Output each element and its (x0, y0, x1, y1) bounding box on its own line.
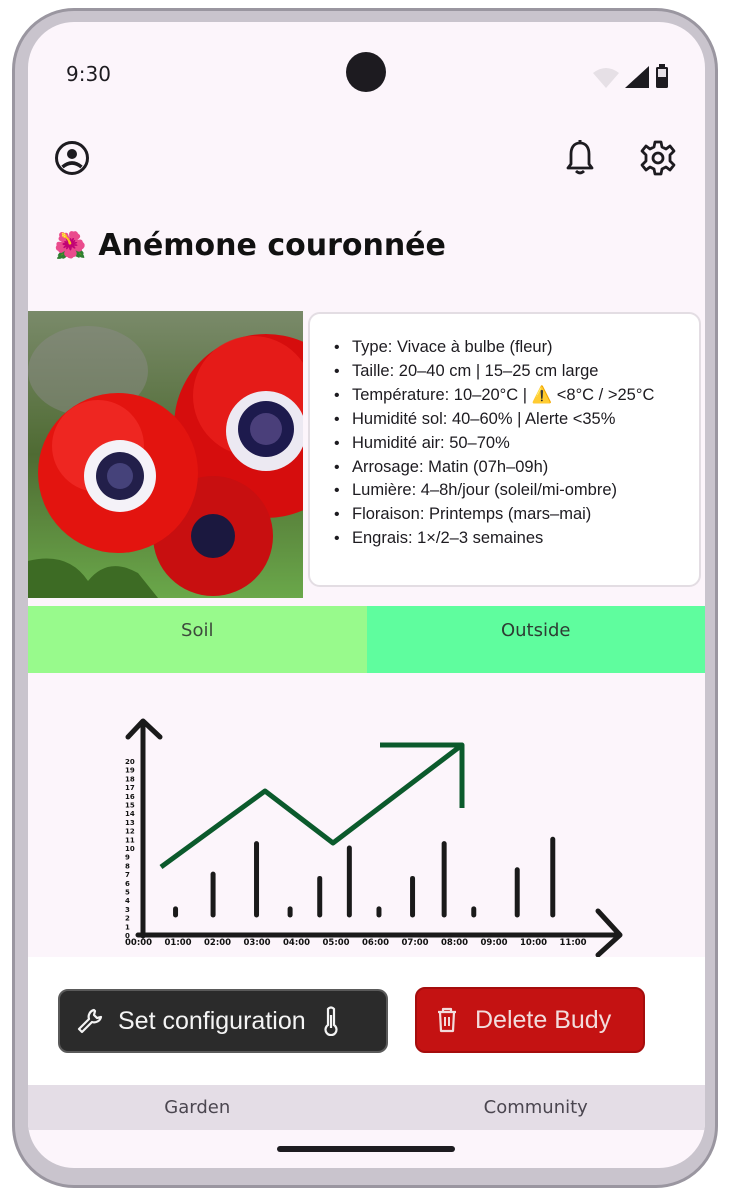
set-configuration-label: Set configuration (118, 1006, 306, 1035)
tab-outside[interactable]: Outside (366, 606, 705, 673)
x-tick-label: 08:00 (441, 938, 468, 948)
gear-icon (640, 140, 676, 176)
chart-svg: 0123456789101112131415161718192000:00 01:… (125, 718, 623, 958)
x-tick-label: 01:00 (165, 938, 192, 948)
delete-budy-button[interactable]: Delete Budy (415, 987, 645, 1053)
flower-left (38, 393, 198, 553)
detail-watering: Arrosage: Matin (07h–09h) (332, 456, 689, 480)
nav-garden-label: Garden (164, 1097, 231, 1118)
x-tick-label: 05:00 (323, 938, 350, 948)
wrench-icon (77, 1008, 103, 1034)
detail-light: Lumière: 4–8h/jour (soleil/mi-ombre) (332, 479, 689, 503)
plant-details-list: Type: Vivace à bulbe (fleur) Taille: 20–… (332, 336, 689, 551)
x-tick-label: 09:00 (481, 938, 508, 948)
x-tick-label: 04:00 (283, 938, 310, 948)
y-tick-label: 7 (125, 871, 130, 879)
detail-fertilizer: Engrais: 1×/2–3 semaines (332, 527, 689, 551)
x-tick-label: 03:00 (244, 938, 271, 948)
top-app-bar (28, 132, 705, 192)
status-bar: 9:30 (28, 22, 705, 122)
detail-size: Taille: 20–40 cm | 15–25 cm large (332, 360, 689, 384)
y-tick-label: 20 (125, 758, 135, 766)
sensor-tabs: Soil Outside (28, 606, 705, 673)
y-tick-label: 12 (125, 828, 135, 836)
x-axis (135, 908, 623, 958)
detail-flowering: Floraison: Printemps (mars–mai) (332, 503, 689, 527)
app-screen: 9:30 🌺 Anémone couronnée • Type: Vivace … (28, 22, 705, 1168)
y-tick-label: 16 (125, 793, 135, 801)
y-tick-label: 1 (125, 923, 130, 931)
y-tick-label: 19 (125, 767, 135, 775)
account-button[interactable] (50, 136, 94, 180)
x-tick-label: 10:00 (520, 938, 547, 948)
detail-air-humidity: Humidité air: 50–70% (332, 432, 689, 456)
battery-icon (656, 64, 668, 88)
detail-type: Type: Vivace à bulbe (fleur) (332, 336, 689, 360)
notifications-button[interactable] (558, 136, 602, 180)
camera-cutout (346, 52, 386, 92)
x-tick-label: 06:00 (362, 938, 389, 948)
plant-header: 🌺 Anémone couronnée (54, 228, 446, 263)
y-tick-label: 9 (125, 854, 130, 862)
bottom-navigation: Garden Community (28, 1085, 705, 1130)
delete-budy-label: Delete Budy (475, 1005, 612, 1034)
plant-name: Anémone couronnée (98, 228, 446, 263)
y-tick-label: 8 (125, 862, 130, 870)
x-tick-label: 02:00 (204, 938, 231, 948)
status-time: 9:30 (66, 62, 111, 86)
bell-icon (566, 140, 594, 175)
hibiscus-icon: 🌺 (54, 230, 87, 261)
y-tick-label: 5 (125, 889, 130, 897)
detail-temperature: Température: 10–20°C | ⚠️ <8°C / >25°C (332, 384, 689, 408)
y-tick-label: 11 (125, 836, 135, 844)
account-circle-icon (55, 141, 89, 175)
settings-button[interactable] (636, 136, 680, 180)
y-tick-label: 4 (125, 897, 130, 905)
y-tick-label: 2 (125, 915, 130, 923)
status-icons (593, 64, 669, 88)
nav-community[interactable]: Community (367, 1085, 706, 1130)
x-tick-label: 11:00 (560, 938, 587, 948)
y-tick-label: 14 (125, 810, 135, 818)
wifi-icon (593, 68, 619, 88)
x-tick-label: 07:00 (402, 938, 429, 948)
trend-line (159, 743, 464, 870)
tab-outside-label: Outside (500, 620, 571, 641)
sensor-chart: 0 1 2 3 4 5 6 7 8 9 10 11 12 13 14 15 16 17 18 19 20 00:00 01:… (28, 673, 705, 958)
nav-community-label: Community (483, 1097, 588, 1118)
x-tick-label: 00:00 (125, 938, 152, 948)
y-tick-label: 15 (125, 802, 135, 810)
home-indicator[interactable] (277, 1146, 455, 1152)
cellular-signal-icon (625, 66, 649, 88)
y-tick-label: 18 (125, 775, 135, 783)
y-tick-label: 10 (125, 845, 135, 853)
y-tick-label: 3 (125, 906, 130, 914)
y-tick-label: 17 (125, 784, 135, 792)
actions-area: Set configuration Delete Budy (28, 957, 705, 1085)
nav-garden[interactable]: Garden (28, 1085, 367, 1130)
detail-soil-humidity: Humidité sol: 40–60% | Alerte <35% (332, 408, 689, 432)
trash-icon (438, 1007, 456, 1033)
tab-soil[interactable]: Soil (28, 606, 367, 673)
y-tick-label: 6 (125, 880, 130, 888)
thermometer-icon (324, 1006, 338, 1036)
plant-photo (28, 311, 303, 598)
set-configuration-button[interactable]: Set configuration (58, 989, 388, 1053)
plant-info-card: Type: Vivace à bulbe (fleur) Taille: 20–… (308, 312, 701, 587)
y-tick-label: 13 (125, 819, 135, 827)
tab-soil-label: Soil (181, 620, 214, 641)
